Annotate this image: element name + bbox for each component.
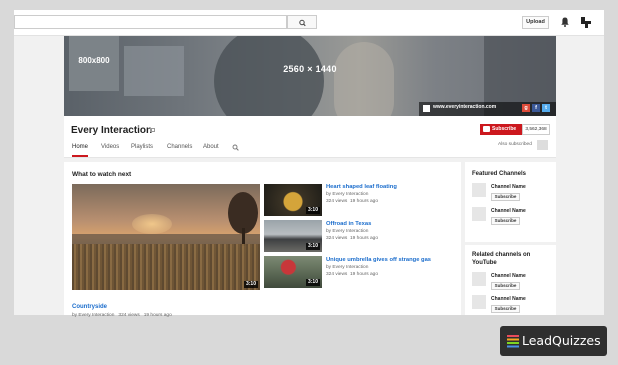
banner-size-label: 2560 × 1440	[283, 64, 337, 74]
stripes-logo-icon	[507, 335, 519, 348]
related-channels-panel: Related channels on YouTube Channel Name…	[465, 245, 556, 315]
top-bar: Upload	[14, 10, 604, 36]
channel-subscribe-button[interactable]: Subscribe	[491, 217, 520, 225]
video-title[interactable]: Offroad in Texas	[326, 221, 371, 227]
google-plus-icon[interactable]: g	[522, 104, 530, 112]
duration-badge: 3:10	[305, 243, 320, 250]
channel-thumb[interactable]	[472, 183, 486, 197]
channel-header: Every Interaction Subscribe 3,562,368 Al…	[64, 116, 556, 158]
channel-subscribe-button[interactable]: Subscribe	[491, 282, 520, 290]
panel-title: Featured Channels	[472, 171, 527, 177]
banner-url-link[interactable]: www.everyinteraction.com	[433, 104, 496, 110]
panel-title: Related channels on YouTube	[472, 252, 531, 266]
channel-title: Every Interaction	[71, 125, 153, 136]
video-thumbnail[interactable]: 3:10	[264, 256, 322, 288]
youtube-channel-mockup: Upload 2560 × 1440 www.everyinteraction.…	[14, 10, 604, 318]
channel-name[interactable]: Channel Name	[491, 208, 526, 214]
also-subscribed-thumb[interactable]	[537, 140, 548, 150]
upload-button[interactable]: Upload	[522, 16, 549, 29]
video-meta: 324 views 19 hours ago	[326, 236, 379, 241]
tab-home[interactable]: Home	[72, 144, 89, 157]
video-thumbnail[interactable]: 3:10	[264, 220, 322, 252]
video-meta: 324 views 19 hours ago	[326, 199, 379, 204]
section-heading: What to watch next	[72, 171, 132, 178]
tab-videos[interactable]: Videos	[101, 144, 119, 157]
featured-video-title[interactable]: Countryside	[72, 304, 107, 310]
video-meta: 324 views 19 hours ago	[326, 272, 379, 277]
brand-name: LeadQuizzes	[522, 333, 601, 348]
channel-search-icon[interactable]	[232, 144, 239, 151]
search-button[interactable]	[287, 15, 317, 29]
video-channel: by Every Interaction	[326, 265, 369, 270]
leadquizzes-logo: LeadQuizzes	[500, 326, 607, 356]
channel-subscribe-button[interactable]: Subscribe	[491, 193, 520, 201]
tab-channels[interactable]: Channels	[167, 144, 192, 157]
also-subscribed-label: Also subscribed	[498, 142, 532, 147]
channel-thumb[interactable]	[472, 207, 486, 221]
channel-avatar[interactable]: 800x800	[69, 36, 119, 91]
avatar-size-label: 800x800	[78, 56, 110, 65]
channel-subscribe-button[interactable]: Subscribe	[491, 305, 520, 313]
youtube-play-icon	[483, 126, 490, 132]
what-to-watch-section: What to watch next 3:10 Countryside by E…	[64, 162, 461, 318]
account-icon[interactable]	[579, 16, 593, 29]
facebook-icon[interactable]: f	[532, 104, 540, 112]
featured-video-meta: by Every Interaction 324 views 19 hours …	[72, 313, 172, 318]
channel-thumb[interactable]	[472, 295, 486, 309]
subscribe-label: Subscribe	[492, 126, 517, 132]
twitter-icon[interactable]: t	[542, 104, 550, 112]
channel-banner: 2560 × 1440 www.everyinteraction.com g f…	[64, 36, 556, 116]
duration-badge: 3:10	[243, 281, 258, 288]
channel-name[interactable]: Channel Name	[491, 184, 526, 190]
tab-playlists[interactable]: Playlists	[131, 144, 153, 157]
duration-badge: 3:10	[305, 207, 320, 214]
video-channel: by Every Interaction	[326, 229, 369, 234]
tab-about[interactable]: About	[203, 144, 219, 157]
video-title[interactable]: Unique umbrella gives off strange gas	[326, 257, 431, 263]
featured-channels-panel: Featured Channels Channel Name Subscribe…	[465, 162, 556, 242]
search-icon	[299, 19, 306, 27]
search-input[interactable]	[14, 15, 287, 29]
channel-thumb[interactable]	[472, 272, 486, 286]
channel-name[interactable]: Channel Name	[491, 296, 526, 302]
duration-badge: 3:10	[305, 279, 320, 286]
bell-icon[interactable]	[559, 16, 571, 28]
video-thumbnail[interactable]: 3:10	[264, 184, 322, 216]
subscriber-count: 3,562,368	[522, 124, 550, 135]
video-title[interactable]: Heart shaped leaf floating	[326, 184, 397, 190]
featured-video-thumbnail[interactable]: 3:10	[72, 184, 260, 290]
verified-icon	[150, 128, 155, 132]
subscribe-button[interactable]: Subscribe	[480, 124, 522, 135]
channel-name[interactable]: Channel Name	[491, 273, 526, 279]
video-channel: by Every Interaction	[326, 192, 369, 197]
site-logo-icon	[423, 105, 430, 112]
